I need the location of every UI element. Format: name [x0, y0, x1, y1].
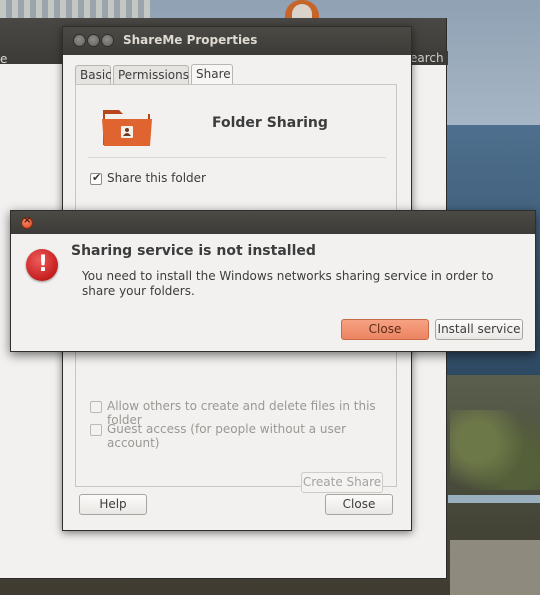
background-search-text[interactable]: earch — [406, 51, 448, 65]
alert-titlebar[interactable]: × — [11, 211, 535, 234]
alert-close-button[interactable]: Close — [341, 319, 429, 340]
maximize-window-icon[interactable] — [101, 34, 114, 47]
share-folder-checkbox[interactable]: ✔ — [90, 171, 102, 185]
close-button[interactable]: Close — [325, 494, 393, 515]
wallpaper-road — [450, 540, 540, 595]
wallpaper-vegetation — [450, 410, 540, 490]
tab-permissions[interactable]: Permissions — [113, 65, 189, 84]
guest-access-label[interactable]: Guest access (for people without a user … — [107, 422, 396, 450]
checkmark-icon: ✔ — [92, 171, 102, 184]
alert-close-icon[interactable]: × — [21, 215, 33, 229]
folder-icon — [102, 110, 152, 146]
wallpaper-water-strip — [448, 495, 540, 503]
folder-sharing-heading: Folder Sharing — [212, 115, 328, 131]
help-button[interactable]: Help — [79, 494, 147, 515]
error-icon: ! — [26, 249, 58, 281]
allow-others-checkbox[interactable] — [90, 401, 102, 413]
create-share-button[interactable]: Create Share — [301, 472, 383, 493]
background-window-text: e — [0, 52, 8, 66]
share-folder-label[interactable]: Share this folder — [107, 171, 206, 185]
alert-heading: Sharing service is not installed — [71, 243, 316, 259]
close-window-icon[interactable] — [73, 34, 86, 47]
tab-basic[interactable]: Basic — [75, 65, 112, 84]
alert-message: You need to install the Windows networks… — [82, 269, 494, 298]
separator — [88, 157, 386, 158]
sharing-service-alert-dialog: × ! Sharing service is not installed You… — [10, 210, 536, 352]
install-service-button[interactable]: Install service — [435, 319, 523, 340]
guest-access-checkbox[interactable] — [90, 424, 102, 436]
tab-share[interactable]: Share — [191, 64, 233, 85]
properties-titlebar[interactable]: ShareMe Properties — [63, 27, 411, 55]
window-title: ShareMe Properties — [123, 33, 258, 47]
minimize-window-icon[interactable] — [87, 34, 100, 47]
